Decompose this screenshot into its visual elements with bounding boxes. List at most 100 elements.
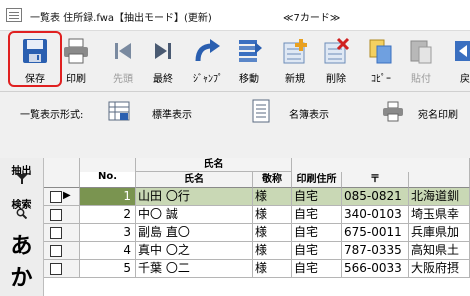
honorific-cell[interactable]: 様 [253,260,292,278]
row-checkbox[interactable] [50,209,62,221]
paste-button[interactable]: 貼付 [402,33,440,87]
name-cell[interactable]: 千葉 〇二 [136,260,253,278]
row-checkbox-cell [44,242,80,260]
printer-icon [64,38,88,64]
app-icon [6,8,22,22]
name-column-header[interactable]: 氏名 [136,172,253,188]
table-row[interactable]: 5 千葉 〇二様自宅 566-0033 大阪府摂 [44,260,470,278]
copy-button[interactable]: ｺﾋﾟｰ [362,33,400,87]
honorific-cell[interactable]: 様 [253,242,292,260]
row-checkbox-cell: ▶ [44,188,80,206]
table-row[interactable]: ▶ 1 山田 〇行様自宅 085-0821 北海道釧 [44,188,470,206]
zip-cell[interactable]: 340-0103 [342,206,409,224]
back-button[interactable]: 戻 [446,33,470,87]
header-top-spacer [292,158,470,172]
row-checkbox[interactable] [50,263,62,275]
name-cell[interactable]: 副島 直〇 [136,224,253,242]
no-cell[interactable]: 3 [80,224,136,242]
first-button[interactable]: 先頭 [104,33,142,87]
address-cell[interactable]: 北海道釧 [409,188,470,206]
no-cell[interactable]: 1 [80,188,136,206]
last-button[interactable]: 最終 [144,33,182,87]
honorific-cell[interactable]: 様 [253,188,292,206]
table-row[interactable]: 4 真中 〇之様自宅 787-0335 高知県土 [44,242,470,260]
row-checkbox[interactable] [50,245,62,257]
jump-icon [195,39,220,62]
name-group-header: 氏名 [136,158,292,172]
kana-index-a[interactable]: あ [0,228,43,260]
delete-button[interactable]: 削除 [317,33,355,87]
checkbox-column-header [44,172,80,188]
print-button[interactable]: 印刷 [57,33,95,87]
first-icon [115,43,131,59]
current-row-arrow-icon: ▶ [63,190,71,201]
jump-button[interactable]: ｼﾞｬﾝﾌﾟ [189,33,227,87]
last-icon [155,43,171,59]
copy-icon [369,39,392,64]
new-icon [283,39,307,64]
address-print-label[interactable]: 宛名印刷 [418,106,458,121]
paste-icon [410,40,432,64]
address-cell[interactable]: 大阪府摂 [409,260,470,278]
address-cell[interactable]: 高知県土 [409,242,470,260]
print-address-cell[interactable]: 自宅 [292,188,342,206]
paste-label: 貼付 [411,74,431,85]
row-checkbox[interactable] [50,191,62,203]
jump-label: ｼﾞｬﾝﾌﾟ [193,74,223,85]
meibo-view-label[interactable]: 名簿表示 [289,106,329,121]
last-label: 最終 [153,74,173,85]
record-grid: 氏名 No. 氏名 敬称 印刷住所 〒 ▶ 1 山田 〇行様自宅 085-0821 北海… [44,158,470,296]
no-cell[interactable]: 5 [80,260,136,278]
row-checkbox[interactable] [50,227,62,239]
address-cell[interactable]: 兵庫県加 [409,224,470,242]
meibo-view-icon[interactable] [251,99,271,123]
address-print-icon[interactable] [382,100,404,122]
no-cell[interactable]: 4 [80,242,136,260]
no-column-header[interactable]: No. [80,162,136,188]
delete-label: 削除 [326,74,346,85]
table-row[interactable]: 3 副島 直〇様自宅 675-0011 兵庫県加 [44,224,470,242]
kana-index-ka[interactable]: か [0,260,43,292]
address-cell[interactable]: 埼玉県幸 [409,206,470,224]
honorific-column-header[interactable]: 敬称 [253,172,292,188]
name-cell[interactable]: 真中 〇之 [136,242,253,260]
standard-view-icon[interactable] [108,100,130,122]
save-highlight [8,31,62,87]
print-address-cell[interactable]: 自宅 [292,206,342,224]
honorific-cell[interactable]: 様 [253,206,292,224]
table-row[interactable]: 2 中〇 誠様自宅 340-0103 埼玉県幸 [44,206,470,224]
no-cell[interactable]: 2 [80,206,136,224]
print-address-cell[interactable]: 自宅 [292,224,342,242]
move-button[interactable]: 移動 [230,33,268,87]
zip-column-header[interactable]: 〒 [342,172,409,188]
new-label: 新規 [285,74,305,85]
name-cell[interactable]: 中〇 誠 [136,206,253,224]
back-label: 戻 [460,74,470,85]
back-icon [455,41,470,61]
zip-cell[interactable]: 675-0011 [342,224,409,242]
window-title: 一覧表 住所録.fwa【抽出モード】(更新) [30,13,212,24]
row-checkbox-cell [44,224,80,242]
move-icon [239,40,262,62]
filter-icon[interactable] [16,174,28,184]
name-cell[interactable]: 山田 〇行 [136,188,253,206]
print-address-cell[interactable]: 自宅 [292,260,342,278]
zip-cell[interactable]: 085-0821 [342,188,409,206]
new-button[interactable]: 新規 [276,33,314,87]
move-label: 移動 [239,74,259,85]
toolbar: 保存 印刷 先頭 最終 ｼﾞｬﾝﾌﾟ 移動 新規 削除 ｺﾋﾟｰ 貼付 戻 [0,30,470,91]
side-panel: 抽出 検索 あ か [0,158,44,296]
print-address-column-header[interactable]: 印刷住所 [292,172,342,188]
row-checkbox-cell [44,260,80,278]
print-address-cell[interactable]: 自宅 [292,242,342,260]
delete-icon [324,37,350,64]
card-count: ≪7カード≫ [283,13,341,24]
search-icon[interactable] [16,208,27,219]
honorific-cell[interactable]: 様 [253,224,292,242]
standard-view-label[interactable]: 標準表示 [152,106,192,121]
address-column-header[interactable] [409,172,470,188]
title-bar: 一覧表 住所録.fwa【抽出モード】(更新) ≪7カード≫ [0,0,470,30]
zip-cell[interactable]: 566-0033 [342,260,409,278]
display-format-bar: 一覧表示形式: 標準表示 名簿表示 宛名印刷 [0,91,470,132]
zip-cell[interactable]: 787-0335 [342,242,409,260]
